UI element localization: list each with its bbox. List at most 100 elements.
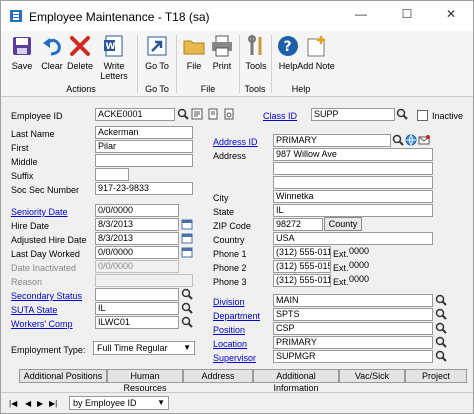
address-line3-field[interactable] xyxy=(273,176,433,189)
supervisor-field[interactable]: SUPMGR xyxy=(273,350,433,363)
lookup-icon[interactable] xyxy=(435,308,447,320)
lookup-icon[interactable] xyxy=(177,108,189,120)
vac-sick-button[interactable]: Vac/Sick xyxy=(339,369,405,383)
previous-record-button[interactable]: ◀ xyxy=(25,399,31,408)
employment-type-value: Full Time Regular xyxy=(97,343,168,353)
department-field[interactable]: SPTS xyxy=(273,308,433,321)
suta-state-link[interactable]: SUTA State xyxy=(11,305,57,315)
address-id-link[interactable]: Address ID xyxy=(213,137,258,147)
ext2-field[interactable]: 0000 xyxy=(347,260,387,273)
address-line1-field[interactable]: 987 Willow Ave xyxy=(273,148,433,161)
lookup-icon[interactable] xyxy=(435,322,447,334)
class-id-link[interactable]: Class ID xyxy=(263,111,297,121)
attach-icon[interactable] xyxy=(223,108,235,120)
hire-date-field[interactable]: 8/3/2013 xyxy=(95,218,179,231)
department-link[interactable]: Department xyxy=(213,311,260,321)
supervisor-link[interactable]: Supervisor xyxy=(213,353,256,363)
lookup-icon[interactable] xyxy=(435,350,447,362)
first-name-field[interactable]: Pilar xyxy=(95,140,193,153)
chevron-down-icon: ▼ xyxy=(157,398,165,407)
inactive-checkbox[interactable] xyxy=(417,110,428,121)
workers-comp-link[interactable]: Workers' Comp xyxy=(11,319,73,329)
go-to-group-label: Go To xyxy=(145,84,169,94)
file-button[interactable]: File xyxy=(179,33,209,81)
suta-state-field[interactable]: IL xyxy=(95,302,179,315)
clear-button[interactable]: Clear xyxy=(37,33,67,81)
last-record-button[interactable]: ▶| xyxy=(49,399,57,408)
lookup-icon[interactable] xyxy=(181,288,193,300)
tools-button[interactable]: Tools xyxy=(241,33,271,81)
ext1-field[interactable]: 0000 xyxy=(347,246,387,259)
lookup-icon[interactable] xyxy=(435,294,447,306)
middle-name-field[interactable] xyxy=(95,154,193,167)
window-buttons-bar: Additional Positions Human Resources Add… xyxy=(19,369,467,393)
lookup-icon[interactable] xyxy=(181,316,193,328)
adjusted-hire-date-field[interactable]: 8/3/2013 xyxy=(95,232,179,245)
ext3-field[interactable]: 0000 xyxy=(347,274,387,287)
note-icon[interactable] xyxy=(191,108,203,120)
phone1-label: Phone 1 xyxy=(213,249,247,259)
write-letters-button[interactable]: W Write Letters xyxy=(99,33,129,81)
help-button[interactable]: ? Help xyxy=(273,33,303,81)
add-note-button[interactable]: Add Note xyxy=(297,33,335,81)
close-button[interactable]: ✕ xyxy=(441,7,461,21)
calendar-icon[interactable] xyxy=(181,246,193,258)
sort-order-select[interactable]: by Employee ID ▼ xyxy=(69,396,169,410)
go-to-button[interactable]: Go To xyxy=(142,33,172,81)
globe-icon[interactable] xyxy=(405,134,417,146)
division-link[interactable]: Division xyxy=(213,297,245,307)
go-to-label: Go To xyxy=(145,61,169,71)
position-link[interactable]: Position xyxy=(213,325,245,335)
secondary-status-link[interactable]: Secondary Status xyxy=(11,291,82,301)
human-resources-button[interactable]: Human Resources xyxy=(107,369,183,393)
calendar-icon[interactable] xyxy=(181,218,193,230)
document-icon[interactable] xyxy=(207,108,219,120)
save-button[interactable]: Save xyxy=(7,33,37,81)
lookup-icon[interactable] xyxy=(392,134,404,146)
email-icon[interactable] xyxy=(418,134,430,146)
calendar-icon[interactable] xyxy=(181,232,193,244)
location-field[interactable]: PRIMARY xyxy=(273,336,433,349)
workers-comp-field[interactable]: ILWC01 xyxy=(95,316,179,329)
lookup-icon[interactable] xyxy=(435,336,447,348)
position-field[interactable]: CSP xyxy=(273,322,433,335)
state-field[interactable]: IL xyxy=(273,204,433,217)
secondary-status-field[interactable] xyxy=(95,288,179,301)
employment-type-select[interactable]: Full Time Regular ▼ xyxy=(93,341,195,355)
seniority-date-field[interactable]: 0/0/0000 xyxy=(95,204,179,217)
seniority-date-link[interactable]: Seniority Date xyxy=(11,207,68,217)
last-name-field[interactable]: Ackerman xyxy=(95,126,193,139)
add-note-icon xyxy=(307,36,325,57)
city-field[interactable]: Winnetka xyxy=(273,190,433,203)
zip-code-field[interactable]: 98272 xyxy=(273,218,323,231)
lookup-icon[interactable] xyxy=(181,302,193,314)
address-button[interactable]: Address xyxy=(183,369,253,383)
lookup-icon[interactable] xyxy=(396,108,408,120)
file-group-label: File xyxy=(200,84,216,94)
phone1-field[interactable]: (312) 555-0115 xyxy=(273,246,331,259)
employee-id-field[interactable]: ACKE0001 xyxy=(95,108,175,121)
division-field[interactable]: MAIN xyxy=(273,294,433,307)
additional-positions-button[interactable]: Additional Positions xyxy=(19,369,107,383)
address-id-field[interactable]: PRIMARY xyxy=(273,134,391,147)
phone2-field[interactable]: (312) 555-0150 xyxy=(273,260,331,273)
first-record-button[interactable]: |◀ xyxy=(9,399,17,408)
phone3-field[interactable]: (312) 555-0115 xyxy=(273,274,331,287)
last-day-worked-field[interactable]: 0/0/0000 xyxy=(95,246,179,259)
country-field[interactable]: USA xyxy=(273,232,433,245)
county-button[interactable]: County xyxy=(324,217,362,231)
state-label: State xyxy=(213,207,235,217)
next-record-button[interactable]: ▶ xyxy=(37,399,43,408)
tools-icon xyxy=(248,35,262,55)
address-line2-field[interactable] xyxy=(273,162,433,175)
location-link[interactable]: Location xyxy=(213,339,247,349)
class-id-field[interactable]: SUPP xyxy=(311,108,395,121)
print-button[interactable]: Print xyxy=(207,33,237,81)
additional-information-button[interactable]: Additional Information xyxy=(253,369,339,393)
minimize-button[interactable]: — xyxy=(351,7,371,21)
adjusted-hire-date-label: Adjusted Hire Date xyxy=(11,235,87,245)
maximize-button[interactable]: ☐ xyxy=(397,7,417,21)
suffix-field[interactable] xyxy=(95,168,129,181)
project-button[interactable]: Project xyxy=(405,369,467,383)
ssn-field[interactable]: 917-23-9833 xyxy=(95,182,193,195)
